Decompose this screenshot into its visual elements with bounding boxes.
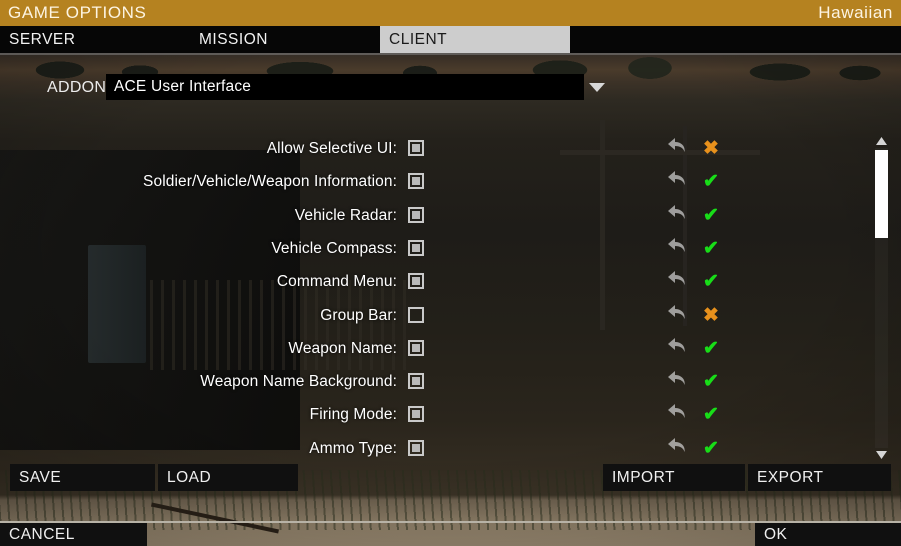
option-row: Weapon Name: ✔ — [0, 332, 901, 365]
undo-arrow-icon[interactable] — [666, 337, 688, 358]
undo-arrow-icon[interactable] — [666, 437, 688, 458]
addon-label: ADDON: — [47, 79, 112, 96]
option-row: Soldier/Vehicle/Weapon Information: ✔ — [0, 165, 901, 198]
tab-client-label: CLIENT — [389, 30, 448, 48]
option-label: Weapon Name: — [288, 339, 397, 357]
option-checkbox[interactable] — [408, 273, 424, 290]
option-row: Ammo Type: ✔ — [0, 432, 901, 465]
option-label: Firing Mode: — [309, 406, 397, 424]
undo-arrow-icon[interactable] — [666, 204, 688, 225]
option-label: Allow Selective UI: — [266, 140, 397, 157]
status-enabled-icon[interactable]: ✔ — [703, 199, 719, 232]
scrollbar-thumb[interactable] — [875, 150, 888, 238]
ok-button-label: OK — [764, 525, 788, 543]
undo-arrow-icon[interactable] — [666, 171, 688, 191]
option-checkbox[interactable] — [408, 239, 424, 256]
option-row: Allow Selective UI: ✖ — [0, 132, 901, 165]
tab-mission-label: MISSION — [199, 30, 268, 48]
load-button[interactable]: LOAD — [158, 464, 298, 491]
chevron-down-icon[interactable] — [586, 74, 608, 100]
dialog-actions-bar: CANCEL OK — [0, 523, 901, 546]
option-checkbox[interactable] — [408, 306, 424, 323]
option-label: Vehicle Compass: — [271, 239, 397, 257]
option-checkbox[interactable] — [408, 140, 424, 156]
option-checkbox[interactable] — [408, 406, 424, 423]
option-row: Weapon Name Background: ✔ — [0, 365, 901, 398]
tab-client[interactable]: CLIENT — [380, 26, 570, 53]
undo-arrow-icon[interactable] — [666, 304, 688, 325]
undo-arrow-icon[interactable] — [666, 271, 688, 291]
game-options-window: GAME OPTIONS Hawaiian SERVER MISSION CLI… — [0, 0, 901, 546]
import-button[interactable]: IMPORT — [603, 464, 745, 491]
option-label: Soldier/Vehicle/Weapon Information: — [143, 173, 397, 191]
option-checkbox[interactable] — [408, 373, 424, 390]
tab-bar: SERVER MISSION CLIENT — [0, 26, 901, 53]
option-checkbox[interactable] — [408, 173, 424, 190]
undo-arrow-icon[interactable] — [666, 371, 688, 391]
tab-mission[interactable]: MISSION — [190, 26, 380, 53]
status-enabled-icon[interactable]: ✔ — [703, 232, 719, 265]
undo-arrow-icon[interactable] — [666, 237, 688, 258]
tab-bar-divider — [0, 53, 901, 55]
cancel-button[interactable]: CANCEL — [0, 523, 147, 546]
profile-name-label: Hawaiian — [818, 3, 893, 22]
export-button-label: EXPORT — [757, 468, 824, 486]
cancel-button-label: CANCEL — [9, 525, 75, 543]
option-checkbox[interactable] — [408, 439, 424, 456]
option-label: Weapon Name Background: — [200, 373, 397, 391]
save-button-label: SAVE — [19, 468, 62, 486]
status-enabled-icon[interactable]: ✔ — [703, 365, 719, 398]
undo-arrow-icon[interactable] — [666, 138, 688, 158]
status-enabled-icon[interactable]: ✔ — [703, 398, 719, 431]
option-label: Ammo Type: — [309, 439, 397, 457]
option-row: Vehicle Radar: ✔ — [0, 199, 901, 232]
load-button-label: LOAD — [167, 468, 212, 486]
triangle-down-icon[interactable] — [873, 448, 890, 462]
page-title: GAME OPTIONS — [8, 3, 147, 22]
option-row: Group Bar: ✖ — [0, 299, 901, 332]
status-disabled-icon[interactable]: ✖ — [703, 299, 719, 332]
option-row: Command Menu: ✔ — [0, 265, 901, 298]
status-enabled-icon[interactable]: ✔ — [703, 432, 719, 465]
options-list[interactable]: Allow Selective UI: ✖ Soldier/Vehicle/Weap… — [0, 132, 901, 465]
export-button[interactable]: EXPORT — [748, 464, 891, 491]
status-enabled-icon[interactable]: ✔ — [703, 165, 719, 198]
addon-selected-value: ACE User Interface — [114, 78, 252, 95]
undo-arrow-icon[interactable] — [666, 404, 688, 424]
import-button-label: IMPORT — [612, 468, 675, 486]
option-checkbox[interactable] — [408, 339, 424, 356]
addon-row: ADDON: ACE User Interface — [0, 74, 901, 102]
status-disabled-icon[interactable]: ✖ — [703, 132, 719, 165]
tab-server-label: SERVER — [9, 30, 76, 48]
option-row: Firing Mode: ✔ — [0, 398, 901, 431]
option-checkbox[interactable] — [408, 206, 424, 223]
file-actions-bar: SAVE LOAD IMPORT EXPORT — [0, 464, 901, 491]
option-row: Vehicle Compass: ✔ — [0, 232, 901, 265]
title-bar: GAME OPTIONS Hawaiian — [0, 0, 901, 26]
save-button[interactable]: SAVE — [10, 464, 155, 491]
options-scrollbar[interactable] — [873, 134, 890, 462]
option-label: Group Bar: — [320, 306, 397, 324]
option-label: Vehicle Radar: — [294, 206, 397, 224]
status-enabled-icon[interactable]: ✔ — [703, 332, 719, 365]
tab-server[interactable]: SERVER — [0, 26, 190, 53]
addon-combo-box[interactable]: ACE User Interface — [106, 74, 584, 100]
option-label: Command Menu: — [276, 273, 397, 291]
triangle-up-icon[interactable] — [873, 134, 890, 148]
status-enabled-icon[interactable]: ✔ — [703, 265, 719, 298]
ok-button[interactable]: OK — [755, 523, 901, 546]
